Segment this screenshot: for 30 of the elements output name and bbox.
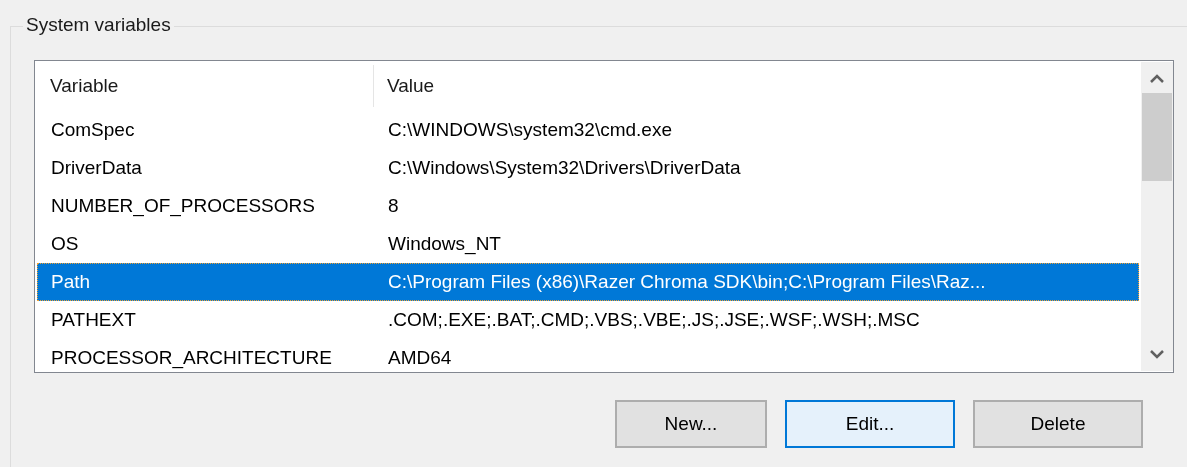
scrollbar[interactable]: [1141, 62, 1173, 371]
dialog-button[interactable]: Delete: [973, 400, 1143, 448]
table-row[interactable]: NUMBER_OF_PROCESSORS 8: [37, 187, 1139, 225]
dialog-button[interactable]: Edit...: [785, 400, 955, 448]
column-header[interactable]: Value: [374, 61, 435, 111]
column-header[interactable]: Variable: [37, 65, 374, 107]
table-row[interactable]: ComSpec C:\WINDOWS\system32\cmd.exe: [37, 111, 1139, 149]
table-cell-text: 8: [387, 195, 399, 217]
table-cell-text: C:\Program Files (x86)\Razer Chroma SDK\bin;C:\Program Files\Raz...: [387, 271, 986, 293]
table-cell-text: PATHEXT: [50, 309, 137, 331]
table-row[interactable]: Path C:\Program Files (x86)\Razer Chroma SDK\bin;C:\Program Files\Raz...: [37, 263, 1139, 301]
scrollbar-thumb[interactable]: [1142, 93, 1172, 181]
table-cell-text: NUMBER_OF_PROCESSORS: [50, 195, 316, 217]
table-cell-text: OS: [50, 233, 80, 255]
table-cell-text: C:\WINDOWS\system32\cmd.exe: [387, 119, 672, 141]
table-cell-text: C:\Windows\System32\Drivers\DriverData: [387, 157, 741, 179]
table-cell-text: Path: [50, 271, 92, 293]
table-row[interactable]: PATHEXT .COM;.EXE;.BAT;.CMD;.VBS;.VBE;.JS;.JSE;.WSF;.WSH;.MSC: [37, 301, 1139, 339]
table-row[interactable]: DriverData C:\Windows\System32\Drivers\DriverData: [37, 149, 1139, 187]
table-cell-text: ComSpec: [50, 119, 136, 141]
table-row[interactable]: OS Windows_NT: [37, 225, 1139, 263]
dialog-button[interactable]: New...: [615, 400, 767, 448]
scroll-down-icon[interactable]: [1150, 349, 1164, 359]
scroll-up-icon[interactable]: [1150, 74, 1164, 84]
table-cell-text: PROCESSOR_ARCHITECTURE: [50, 347, 333, 369]
table-cell-text: DriverData: [50, 157, 143, 179]
table-cell-text: .COM;.EXE;.BAT;.CMD;.VBS;.VBE;.JS;.JSE;.WSF;.WSH;.MSC: [387, 309, 920, 331]
table-row[interactable]: PROCESSOR_ARCHITECTURE AMD64: [37, 339, 1139, 372]
table-cell-text: AMD64: [387, 347, 452, 369]
table-cell-text: Windows_NT: [387, 233, 501, 255]
